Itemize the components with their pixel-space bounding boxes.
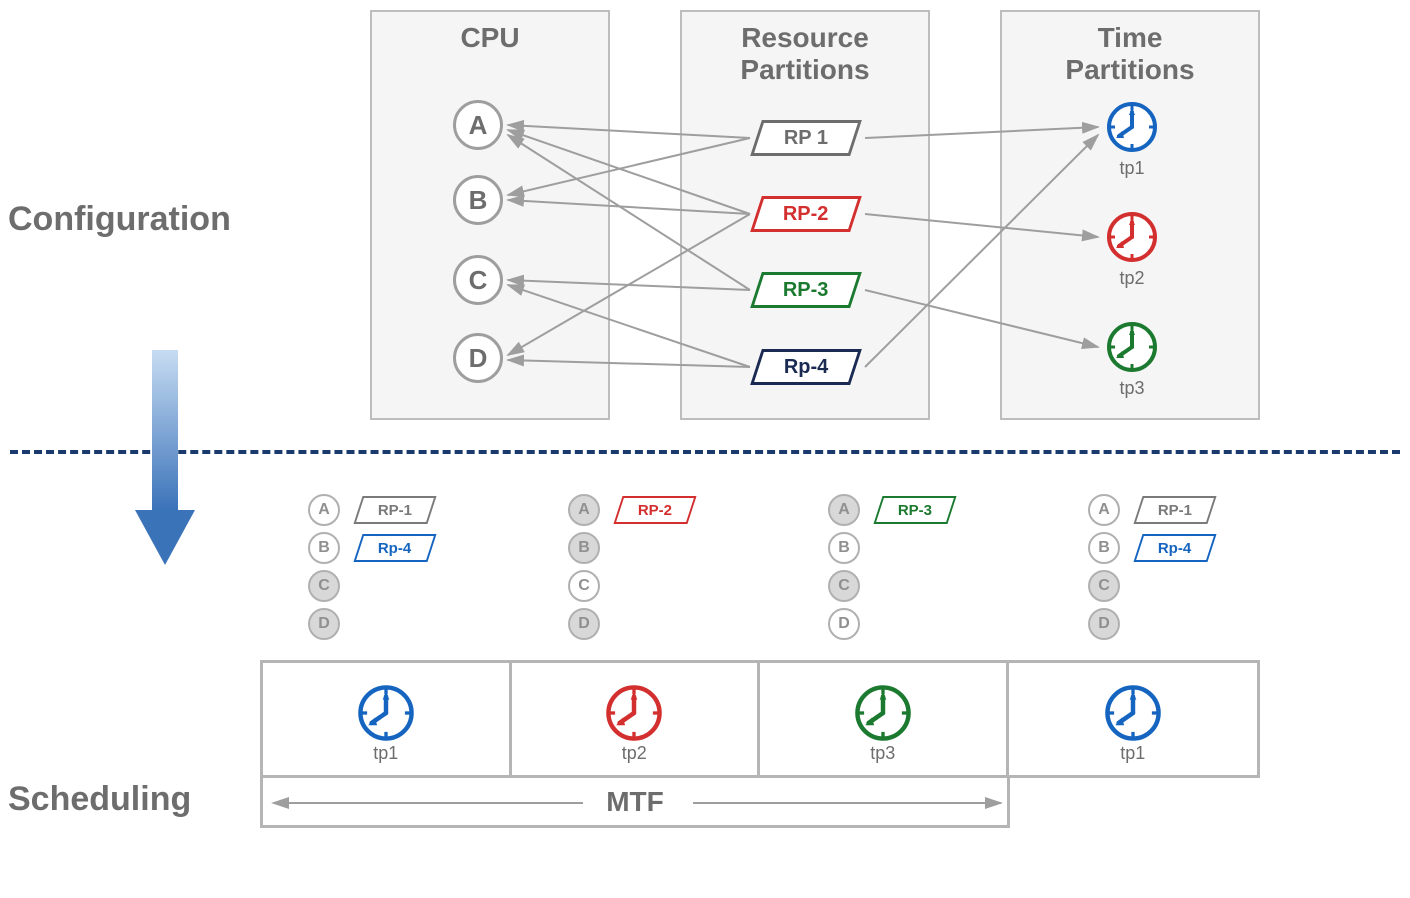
- sched-cell-1: tp1: [263, 663, 512, 775]
- mini-rp-3-label: RP-3: [898, 502, 932, 519]
- mini-cpu-a: A: [828, 494, 860, 526]
- mini-cpu-a: A: [308, 494, 340, 526]
- clock-icon: [1105, 100, 1159, 154]
- tp1-label: tp1: [1102, 158, 1162, 179]
- configuration-label: Configuration: [8, 200, 231, 239]
- rp-2-label: RP-2: [783, 203, 829, 226]
- rp-1-label: RP 1: [784, 127, 828, 150]
- mini-cpu-c: C: [828, 570, 860, 602]
- mini-cpu-d: D: [828, 608, 860, 640]
- clock-icon: [1103, 683, 1163, 743]
- mini-rp-1: RP-1: [353, 496, 436, 524]
- mini-rp-3: RP-3: [873, 496, 956, 524]
- sched-cell-4: tp1: [1009, 663, 1257, 775]
- mini-rp-4b-label: Rp-4: [1158, 540, 1191, 557]
- sched-cell-1-label: tp1: [373, 743, 398, 764]
- mini-cpu-c: C: [308, 570, 340, 602]
- tp3-label: tp3: [1102, 378, 1162, 399]
- mini-cpu-b: B: [568, 532, 600, 564]
- clock-icon: [356, 683, 416, 743]
- tp-panel-title: Time Partitions: [1002, 12, 1258, 86]
- cpu-panel-title: CPU: [372, 12, 608, 54]
- mini-cpu-c: C: [1088, 570, 1120, 602]
- sched-slot-3: A B C D RP-3: [828, 494, 860, 646]
- mini-rp-4b: Rp-4: [1133, 534, 1216, 562]
- cpu-d: D: [453, 333, 503, 383]
- scheduling-label: Scheduling: [8, 780, 191, 819]
- mini-rp-1-label: RP-1: [378, 502, 412, 519]
- tp2-clock: [1105, 210, 1159, 264]
- clock-icon: [1105, 320, 1159, 374]
- rp-panel-title: Resource Partitions: [682, 12, 928, 86]
- mtf-arrows: [263, 778, 1013, 828]
- down-arrow-icon: [130, 350, 200, 575]
- mini-cpu-a: A: [1088, 494, 1120, 526]
- mini-rp-1b-label: RP-1: [1158, 502, 1192, 519]
- rp-3: RP-3: [750, 272, 862, 308]
- mtf-bar: MTF: [260, 778, 1010, 828]
- mini-cpu-c: C: [568, 570, 600, 602]
- mini-cpu-b: B: [1088, 532, 1120, 564]
- cpu-b: B: [453, 175, 503, 225]
- cpu-a: A: [453, 100, 503, 150]
- rp-4-label: Rp-4: [784, 356, 828, 379]
- mini-cpu-d: D: [1088, 608, 1120, 640]
- tp2-label: tp2: [1102, 268, 1162, 289]
- sched-cell-4-label: tp1: [1120, 743, 1145, 764]
- rp-2: RP-2: [750, 196, 862, 232]
- mini-cpu-b: B: [828, 532, 860, 564]
- tp1-clock: [1105, 100, 1159, 154]
- sched-cell-2-label: tp2: [622, 743, 647, 764]
- mini-rp-2: RP-2: [613, 496, 696, 524]
- sched-cell-2: tp2: [512, 663, 761, 775]
- rp-4: Rp-4: [750, 349, 862, 385]
- mini-cpu-d: D: [308, 608, 340, 640]
- sched-cell-3-label: tp3: [870, 743, 895, 764]
- rp-3-label: RP-3: [783, 279, 829, 302]
- schedule-row: tp1 tp2 tp3 tp: [260, 660, 1260, 778]
- sched-slot-2: A B C D RP-2: [568, 494, 600, 646]
- clock-icon: [853, 683, 913, 743]
- mini-cpu-a: A: [568, 494, 600, 526]
- mini-cpu-b: B: [308, 532, 340, 564]
- tp3-clock: [1105, 320, 1159, 374]
- mini-cpu-d: D: [568, 608, 600, 640]
- mini-rp-1b: RP-1: [1133, 496, 1216, 524]
- mini-rp-4-label: Rp-4: [378, 540, 411, 557]
- cpu-c: C: [453, 255, 503, 305]
- sched-cell-3: tp3: [760, 663, 1009, 775]
- divider: [10, 450, 1400, 454]
- clock-icon: [1105, 210, 1159, 264]
- rp-1: RP 1: [750, 120, 862, 156]
- clock-icon: [604, 683, 664, 743]
- sched-slot-1: A B C D RP-1 Rp-4: [308, 494, 340, 646]
- sched-slot-4: A B C D RP-1 Rp-4: [1088, 494, 1120, 646]
- mini-rp-2-label: RP-2: [638, 502, 672, 519]
- mini-rp-4: Rp-4: [353, 534, 436, 562]
